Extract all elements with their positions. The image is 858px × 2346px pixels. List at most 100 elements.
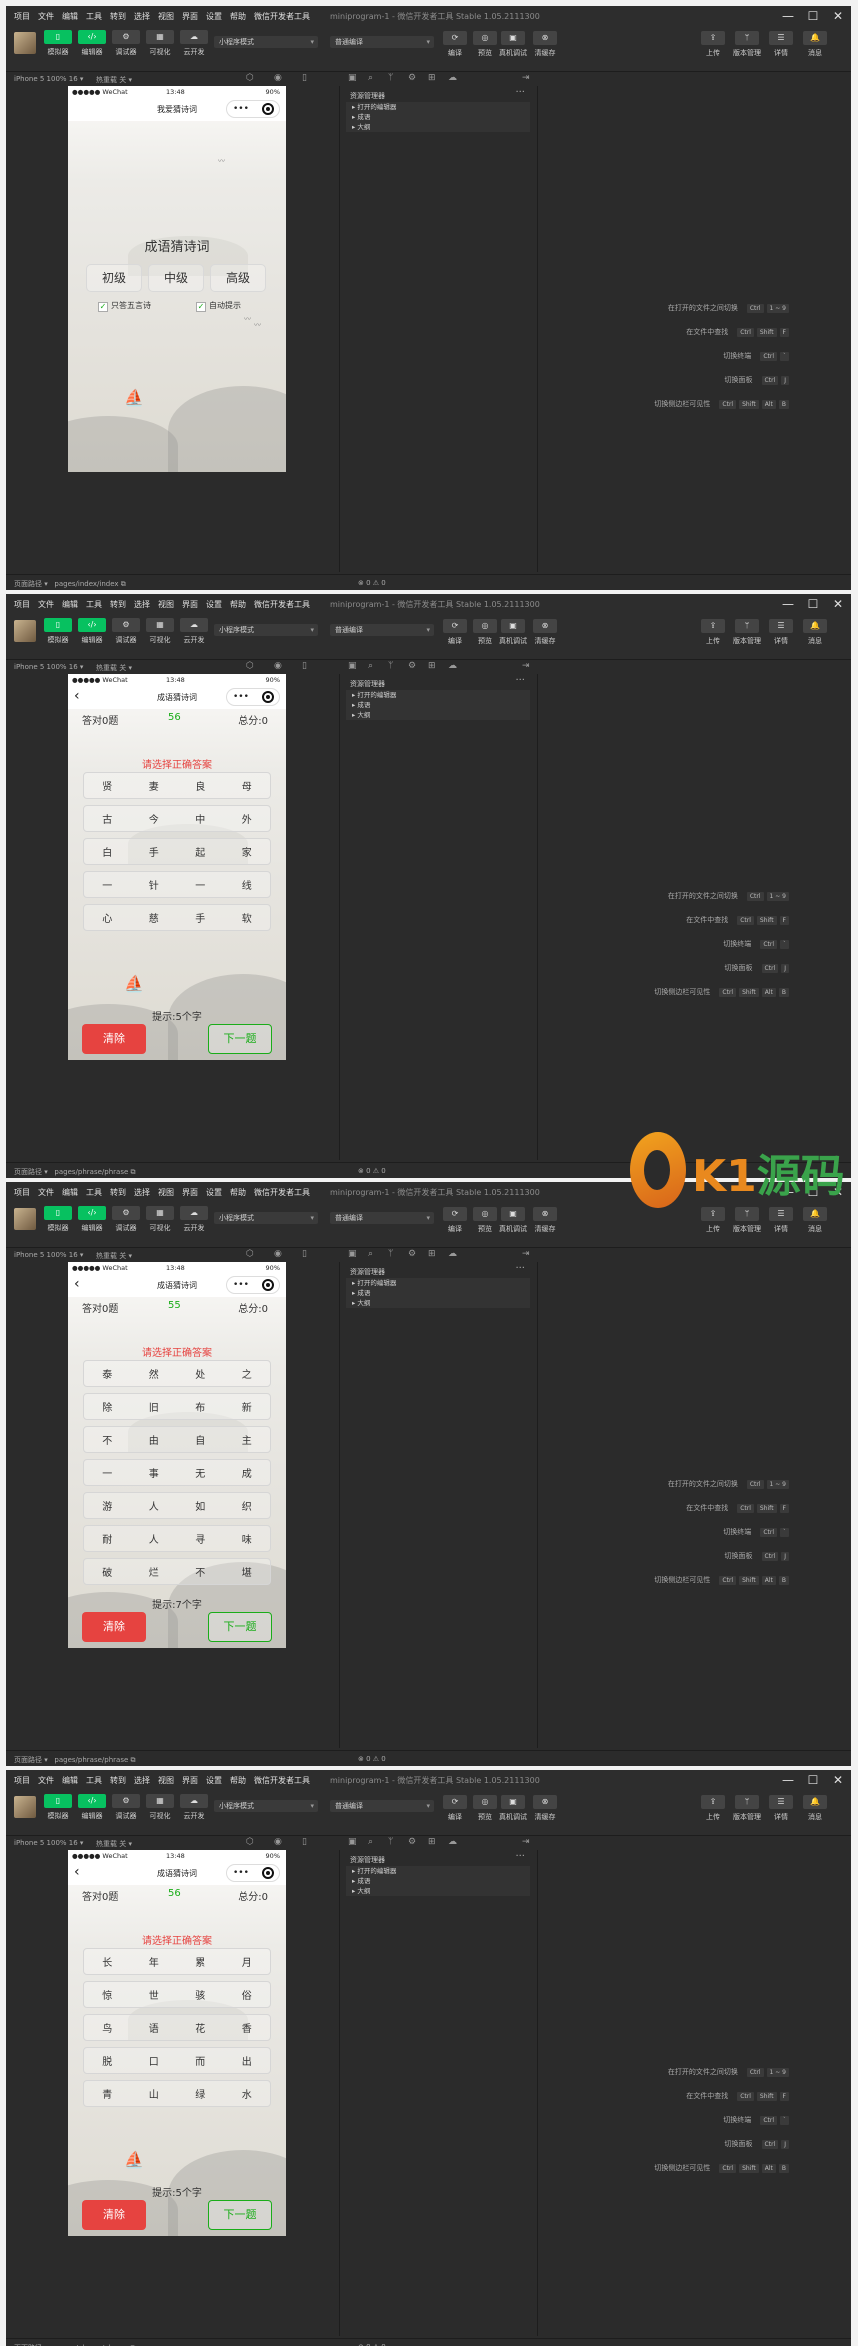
idiom-row[interactable]: 不由自主 — [83, 1426, 271, 1453]
search-icon[interactable]: ⌕ — [368, 73, 373, 83]
character-cell[interactable]: 如 — [195, 1498, 205, 1513]
menu-item[interactable]: 微信开发者工具 — [254, 1775, 310, 1786]
debug-icon[interactable]: ⚙ — [408, 1249, 416, 1259]
problems-count[interactable]: ⊗ 0 ⚠ 0 — [358, 1167, 386, 1175]
branch-icon[interactable]: ᛘ — [388, 661, 393, 671]
character-cell[interactable]: 水 — [242, 2086, 252, 2101]
character-cell[interactable]: 除 — [102, 1399, 112, 1414]
character-cell[interactable]: 不 — [195, 1564, 205, 1579]
page-path[interactable]: 页面路径 ▾ pages/index/index ⧉ — [14, 579, 126, 589]
toolbar-debug-button[interactable]: ⚙ 调试器 — [110, 1206, 142, 1233]
menu-item[interactable]: 工具 — [86, 1775, 102, 1786]
remote-debug-button[interactable]: ▣ 真机调试 — [496, 1207, 530, 1234]
idiom-row[interactable]: 脱口而出 — [83, 2047, 271, 2074]
character-cell[interactable]: 母 — [242, 778, 252, 793]
menu-item[interactable]: 界面 — [182, 1187, 198, 1198]
layout-icon[interactable]: ⇥ — [522, 73, 530, 83]
character-cell[interactable]: 家 — [242, 844, 252, 859]
menu-item[interactable]: 工具 — [86, 599, 102, 610]
idiom-row[interactable]: 一事无成 — [83, 1459, 271, 1486]
branch-icon[interactable]: ᛘ — [388, 1249, 393, 1259]
character-cell[interactable]: 起 — [195, 844, 205, 859]
avatar[interactable] — [14, 32, 36, 54]
record-icon[interactable]: ◉ — [274, 661, 282, 671]
debug-icon[interactable]: ⚙ — [408, 1837, 416, 1847]
device-icon[interactable]: ▯ — [302, 661, 307, 671]
menu-item[interactable]: 文件 — [38, 1187, 54, 1198]
toolbar-cloud-button[interactable]: ☁ 云开发 — [178, 30, 210, 57]
menu-item[interactable]: 帮助 — [230, 1775, 246, 1786]
character-cell[interactable]: 成 — [242, 1465, 252, 1480]
character-cell[interactable]: 织 — [242, 1498, 252, 1513]
minimize-icon[interactable]: — — [776, 7, 800, 25]
file-icon[interactable]: ▣ — [348, 73, 357, 83]
device-icon[interactable]: ▯ — [302, 1837, 307, 1847]
character-cell[interactable]: 长 — [102, 1954, 112, 1969]
more-icon[interactable]: ··· — [515, 1851, 525, 1862]
layout-icon[interactable]: ⇥ — [522, 1837, 530, 1847]
character-cell[interactable]: 白 — [102, 844, 112, 859]
problems-count[interactable]: ⊗ 0 ⚠ 0 — [358, 579, 386, 587]
menu-item[interactable]: 界面 — [182, 599, 198, 610]
character-cell[interactable]: 脱 — [102, 2053, 112, 2068]
explorer-item[interactable]: ▸ 大纲 — [346, 1298, 530, 1308]
messages-button[interactable]: 🔔 消息 — [798, 619, 832, 646]
compile-button[interactable]: ⟳ 编译 — [438, 1207, 472, 1234]
device-icon[interactable]: ▯ — [302, 1249, 307, 1259]
character-cell[interactable]: 古 — [102, 811, 112, 826]
character-cell[interactable]: 年 — [149, 1954, 159, 1969]
compile-button[interactable]: ⟳ 编译 — [438, 31, 472, 58]
character-cell[interactable]: 游 — [102, 1498, 112, 1513]
menu-item[interactable]: 微信开发者工具 — [254, 1187, 310, 1198]
capsule-menu[interactable]: ••• — [226, 1864, 280, 1882]
menu-item[interactable]: 文件 — [38, 1775, 54, 1786]
version-button[interactable]: ᛘ 版本管理 — [730, 1795, 764, 1822]
menu-item[interactable]: 转到 — [110, 1775, 126, 1786]
compile-button[interactable]: ⟳ 编译 — [438, 619, 472, 646]
idiom-row[interactable]: 一针一线 — [83, 871, 271, 898]
option-checkbox[interactable]: ✓ 只答五言诗 — [98, 300, 151, 312]
more-icon[interactable]: ••• — [233, 1280, 249, 1290]
character-cell[interactable]: 语 — [149, 2020, 159, 2035]
character-cell[interactable]: 慈 — [149, 910, 159, 925]
toolbar-debug-button[interactable]: ⚙ 调试器 — [110, 30, 142, 57]
clear-cache-button[interactable]: ⊗ 清缓存 — [528, 31, 562, 58]
character-cell[interactable]: 堪 — [242, 1564, 252, 1579]
explorer-item[interactable]: ▸ 成语 — [346, 1876, 530, 1886]
character-cell[interactable]: 出 — [242, 2053, 252, 2068]
compile-select[interactable]: 普通编译 — [330, 624, 434, 636]
capsule-menu[interactable]: ••• — [226, 100, 280, 118]
menu-item[interactable]: 帮助 — [230, 1187, 246, 1198]
menu-item[interactable]: 视图 — [158, 1775, 174, 1786]
extension-icon[interactable]: ⊞ — [428, 1249, 436, 1259]
device-icon[interactable]: ▯ — [302, 73, 307, 83]
menu-item[interactable]: 项目 — [14, 599, 30, 610]
menu-item[interactable]: 视图 — [158, 1187, 174, 1198]
upload-button[interactable]: ⇪ 上传 — [696, 619, 730, 646]
messages-button[interactable]: 🔔 消息 — [798, 31, 832, 58]
menu-item[interactable]: 项目 — [14, 1775, 30, 1786]
explorer-item[interactable]: ▸ 大纲 — [346, 710, 530, 720]
character-cell[interactable]: 线 — [242, 877, 252, 892]
cloud-icon[interactable]: ☁ — [448, 1837, 457, 1847]
device-select[interactable]: iPhone 5 100% 16 ▾ — [14, 1251, 83, 1259]
menu-item[interactable]: 微信开发者工具 — [254, 11, 310, 22]
compile-button[interactable]: ⟳ 编译 — [438, 1795, 472, 1822]
rotate-icon[interactable]: ⬡ — [246, 1837, 254, 1847]
page-path[interactable]: 页面路径 ▾ pages/phrase/phrase ⧉ — [14, 1167, 136, 1177]
idiom-row[interactable]: 破烂不堪 — [83, 1558, 271, 1585]
file-icon[interactable]: ▣ — [348, 1837, 357, 1847]
maximize-icon[interactable]: ☐ — [801, 595, 825, 613]
mode-select[interactable]: 小程序模式 — [214, 1800, 318, 1812]
character-cell[interactable]: 心 — [102, 910, 112, 925]
clear-button[interactable]: 清除 — [82, 1612, 146, 1642]
branch-icon[interactable]: ᛘ — [388, 73, 393, 83]
menu-item[interactable]: 选择 — [134, 599, 150, 610]
idiom-row[interactable]: 青山绿水 — [83, 2080, 271, 2107]
more-icon[interactable]: ··· — [515, 675, 525, 686]
record-icon[interactable]: ◉ — [274, 1249, 282, 1259]
character-cell[interactable]: 味 — [242, 1531, 252, 1546]
cloud-icon[interactable]: ☁ — [448, 1249, 457, 1259]
toolbar-layout-button[interactable]: ▦ 可视化 — [144, 618, 176, 645]
menu-item[interactable]: 编辑 — [62, 599, 78, 610]
